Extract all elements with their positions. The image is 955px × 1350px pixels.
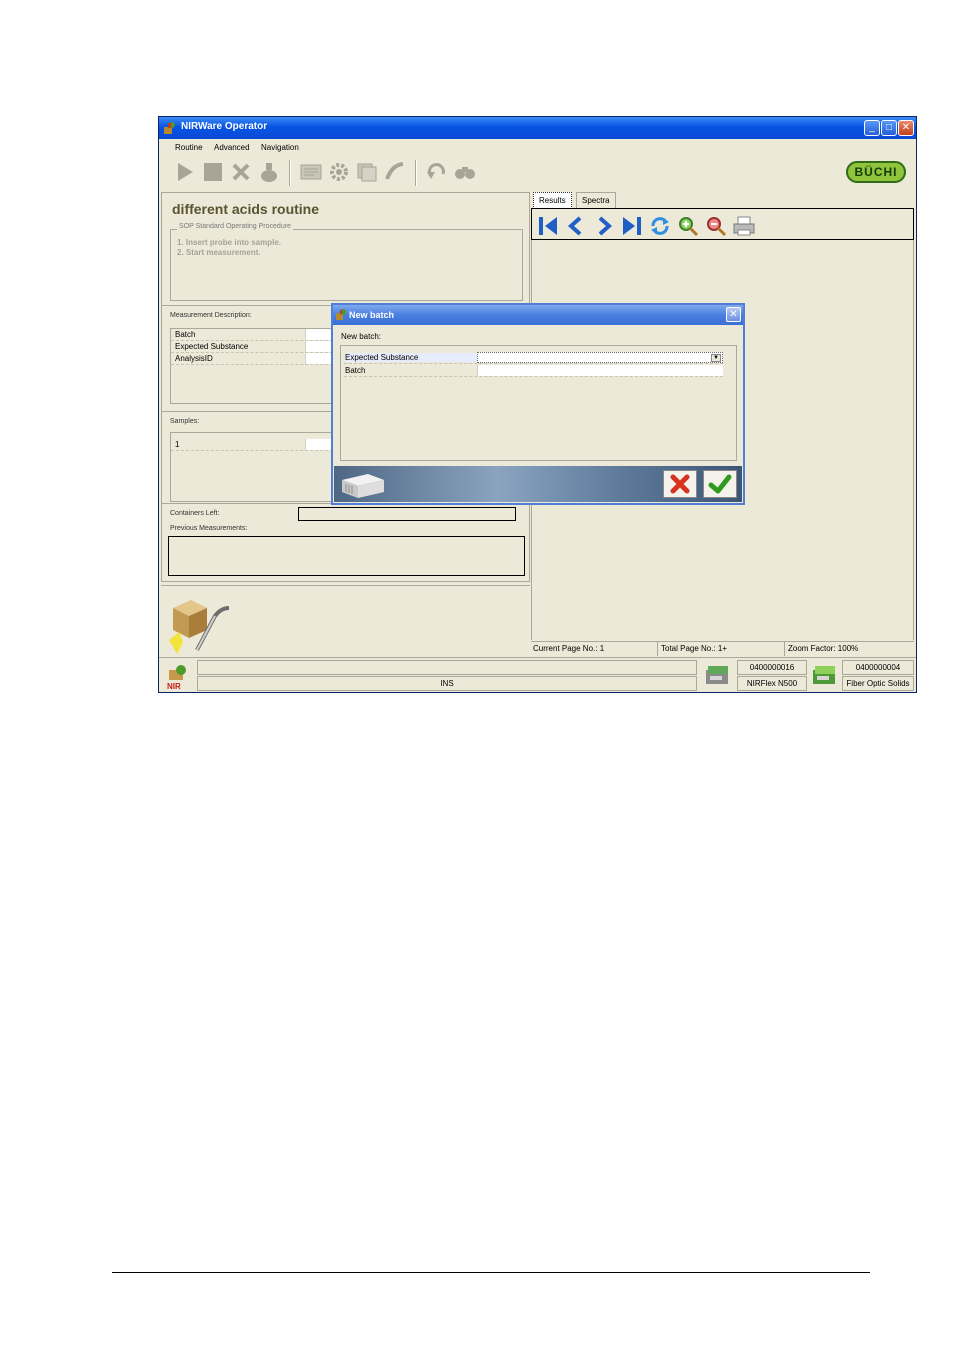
toolbar-separator: [415, 160, 417, 186]
play-icon[interactable]: [173, 160, 197, 184]
probe-icon[interactable]: [383, 160, 407, 184]
close-button[interactable]: ✕: [898, 120, 914, 136]
buchi-logo: BÜCHI: [846, 161, 906, 183]
pagebar-separator: [784, 642, 785, 656]
window-title: NIRWare Operator: [181, 121, 268, 132]
row-label: Expected Substance: [175, 342, 249, 351]
maximize-button[interactable]: □: [881, 120, 897, 136]
expected-substance-row[interactable]: Expected Substance ▼: [344, 352, 723, 364]
containers-section: Containers Left: Previous Measurements:: [162, 503, 529, 581]
nir-status-icon: NIR: [167, 665, 186, 690]
next-page-icon[interactable]: [592, 214, 616, 238]
probe-pane: [161, 585, 530, 657]
row-label: AnalysisID: [175, 354, 213, 363]
containers-field: [298, 507, 516, 521]
red-x-icon: [670, 474, 690, 494]
pagebar-separator: [657, 642, 658, 656]
dialog-close-button[interactable]: ✕: [726, 307, 741, 322]
undo-icon[interactable]: [425, 160, 449, 184]
binoculars-icon[interactable]: [453, 160, 477, 184]
menu-routine[interactable]: Routine: [175, 143, 203, 152]
row-label: Batch: [175, 330, 196, 339]
routine-title: different acids routine: [172, 201, 320, 217]
status-message: [197, 660, 697, 675]
previous-measurements-label: Previous Measurements:: [170, 525, 248, 532]
batch-row[interactable]: Batch: [344, 365, 723, 377]
main-toolbar: BÜCHI: [159, 156, 916, 190]
dialog-title: New batch: [349, 310, 395, 320]
minimize-button[interactable]: _: [864, 120, 880, 136]
row-label: Batch: [345, 366, 366, 375]
new-batch-grid: Expected Substance ▼ Batch: [340, 345, 737, 461]
input-mode-indicator: INS: [197, 676, 697, 691]
new-batch-dialog: New batch ✕ New batch: Expected Substanc…: [331, 303, 745, 505]
total-pages: Total Page No.: 1+: [661, 644, 728, 653]
menu-advanced[interactable]: Advanced: [214, 143, 250, 152]
cancel-icon[interactable]: [229, 160, 253, 184]
expected-substance-select[interactable]: ▼: [477, 352, 723, 363]
sop-step: 1. Insert probe into sample.: [177, 238, 282, 247]
tab-results[interactable]: Results: [533, 192, 572, 209]
title-bar[interactable]: NIRWare Operator _ □ ✕: [159, 117, 916, 139]
status-bar: NIR INS 0400000016 NIRFlex N500 04000000…: [159, 657, 916, 692]
tab-spectra[interactable]: Spectra: [576, 192, 616, 209]
device1-name: NIRFlex N500: [737, 676, 807, 691]
svg-text:NIR: NIR: [167, 682, 181, 690]
page-info-bar: Current Page No.: 1 Total Page No.: 1+ Z…: [531, 641, 914, 656]
results-toolbar: [531, 208, 914, 240]
probe-sample-icon: [169, 600, 230, 654]
sop-legend: SOP Standard Operating Procedure: [177, 223, 293, 230]
cancel-button[interactable]: [663, 470, 697, 498]
measurement-header: Measurement Description:: [170, 312, 252, 319]
sop-step: 2. Start measurement.: [177, 248, 261, 257]
samples-header: Samples:: [170, 418, 200, 425]
batch-input[interactable]: [477, 365, 723, 376]
stop-icon[interactable]: [201, 160, 225, 184]
device2-serial: 0400000004: [842, 660, 914, 675]
device1-serial: 0400000016: [737, 660, 807, 675]
device2-name: Fiber Optic Solids: [842, 676, 914, 691]
row-label: Expected Substance: [345, 353, 477, 362]
page-footer-rule: [112, 1272, 870, 1273]
dialog-app-icon: [336, 309, 346, 320]
containers-label: Containers Left:: [170, 510, 220, 517]
previous-page-icon[interactable]: [564, 214, 588, 238]
current-page: Current Page No.: 1: [533, 644, 605, 653]
first-page-icon[interactable]: [536, 214, 560, 238]
previous-measurements-box: [168, 536, 525, 576]
refresh-icon[interactable]: [648, 214, 672, 238]
dialog-title-bar[interactable]: New batch ✕: [333, 305, 743, 325]
ok-button[interactable]: [703, 470, 737, 498]
report-icon[interactable]: [299, 160, 323, 184]
last-page-icon[interactable]: [620, 214, 644, 238]
print-icon[interactable]: [732, 214, 756, 238]
settings-gear-icon[interactable]: [327, 160, 351, 184]
toolbar-separator: [289, 160, 291, 186]
documents-icon[interactable]: [355, 160, 379, 184]
sop-groupbox: SOP Standard Operating Procedure 1. Inse…: [170, 223, 523, 301]
zoom-factor: Zoom Factor: 100%: [788, 644, 859, 653]
instrument-icon: [342, 474, 384, 498]
menu-navigation[interactable]: Navigation: [261, 143, 299, 152]
row-label: 1: [175, 440, 180, 449]
chevron-down-icon[interactable]: ▼: [711, 354, 721, 362]
menu-bar: Routine Advanced Navigation: [159, 139, 916, 156]
zoom-out-icon[interactable]: [704, 214, 728, 238]
fiber-optic-device-icon: [813, 666, 835, 684]
green-check-icon: [708, 474, 732, 494]
nirflex-device-icon: [706, 666, 728, 684]
dialog-footer: [334, 466, 742, 502]
dialog-label: New batch:: [341, 332, 382, 341]
app-icon: [164, 122, 175, 134]
sample-bag-icon[interactable]: [257, 160, 281, 184]
zoom-in-icon[interactable]: [676, 214, 700, 238]
